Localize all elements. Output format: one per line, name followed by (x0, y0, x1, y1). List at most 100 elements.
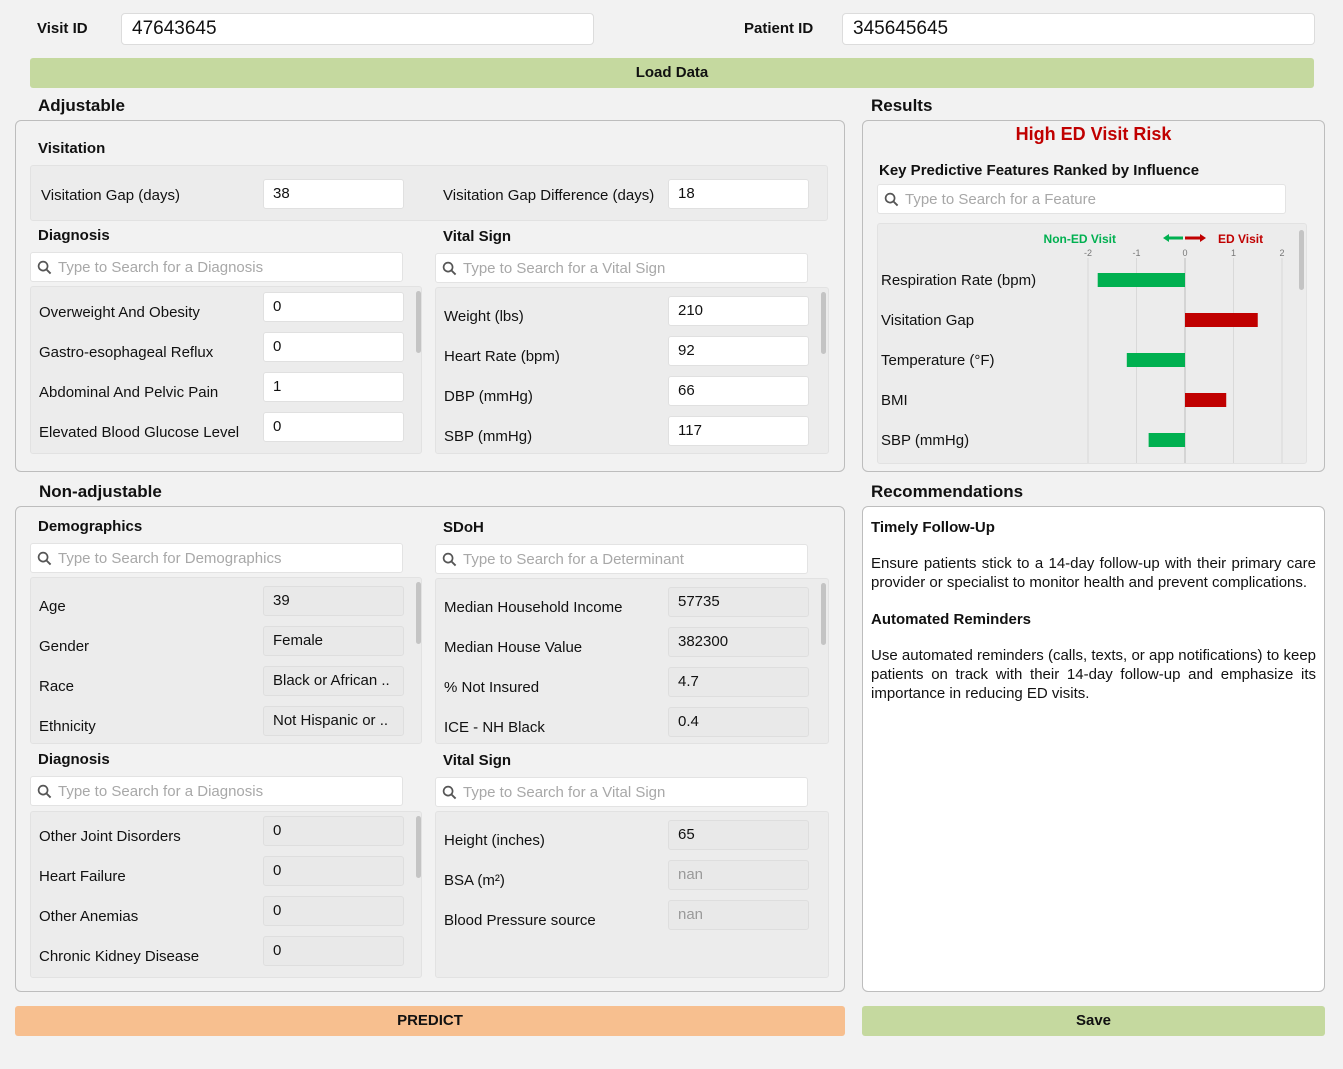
search-placeholder: Type to Search for a Diagnosis (58, 782, 264, 800)
visitation-title: Visitation (38, 140, 106, 157)
feature-influence-chart: Non-ED Visit ED Visit -2 -1 0 1 2 Respiratio… (881, 232, 1285, 463)
item-label: Race (39, 678, 75, 695)
features-title: Key Predictive Features Ranked by Influe… (879, 162, 1200, 179)
results-title: Results (871, 96, 933, 115)
item-label: Age (39, 598, 66, 615)
save-button[interactable]: Save (862, 1006, 1325, 1036)
adj-diagnosis-search[interactable]: Type to Search for a Diagnosis (30, 252, 403, 282)
item-value-readonly: 0 (263, 856, 404, 886)
demographics-search[interactable]: Type to Search for Demographics (30, 543, 403, 573)
search-placeholder: Type to Search for a Determinant (463, 550, 684, 568)
scrollbar[interactable] (416, 816, 421, 878)
visitation-gap-diff-label: Visitation Gap Difference (days) (443, 187, 655, 204)
nonadj-diagnosis-search[interactable]: Type to Search for a Diagnosis (30, 776, 403, 806)
list-item: Gastro-esophageal Reflux 0 (31, 332, 421, 372)
item-value-input[interactable]: 0 (263, 412, 404, 442)
item-value-readonly: Female (263, 626, 404, 656)
scrollbar[interactable] (1299, 230, 1304, 290)
list-item: Heart Rate (bpm) 92 (436, 336, 828, 376)
list-item: Blood Pressure source nan (436, 900, 828, 940)
list-item: ICE - NH Black 0.4 (436, 707, 828, 743)
list-item: Race Black or African .. (31, 666, 421, 706)
scrollbar[interactable] (416, 291, 421, 353)
item-value-input[interactable]: 66 (668, 376, 809, 406)
list-item: Median House Value 382300 (436, 627, 828, 667)
list-item: Elevated Blood Glucose Level 0 (31, 412, 421, 452)
list-item: Weight (lbs) 210 (436, 296, 828, 336)
search-placeholder: Type to Search for Demographics (58, 549, 282, 567)
search-placeholder: Type to Search for a Diagnosis (58, 258, 264, 276)
search-icon (37, 784, 52, 798)
list-item: BSA (m²) nan (436, 860, 828, 900)
scrollbar[interactable] (416, 582, 421, 644)
demographics-title: Demographics (38, 518, 143, 535)
adj-vital-list: Weight (lbs) 210 Heart Rate (bpm) 92 DBP (… (435, 287, 829, 454)
search-placeholder: Type to Search for a Vital Sign (463, 783, 666, 801)
legend-arrows (1163, 234, 1206, 242)
item-label: Median House Value (444, 639, 583, 656)
demographics-list: Age 39 Gender Female Race Black or African … (30, 577, 422, 744)
sdoh-title: SDoH (443, 519, 484, 536)
item-value-input[interactable]: 210 (668, 296, 809, 326)
load-data-button[interactable]: Load Data (30, 58, 1314, 88)
adj-vital-search[interactable]: Type to Search for a Vital Sign (435, 253, 808, 283)
list-item: % Not Insured 4.7 (436, 667, 828, 707)
bar (1148, 433, 1185, 447)
item-label: Ethnicity (39, 718, 96, 735)
list-item: Abdominal And Pelvic Pain 1 (31, 372, 421, 412)
item-value-readonly: 39 (263, 586, 404, 616)
list-item: Other Anemias 0 (31, 896, 421, 936)
x-tick-label: 0 (1182, 248, 1187, 258)
search-placeholder: Type to Search for a Feature (905, 190, 1096, 208)
nonadj-vital-title: Vital Sign (443, 752, 512, 769)
item-label: Weight (lbs) (444, 308, 524, 325)
item-value-readonly: 0 (263, 816, 404, 846)
list-item: Median Household Income 57735 (436, 587, 828, 627)
bar (1185, 313, 1258, 327)
recommendations-title: Recommendations (871, 482, 1024, 501)
search-icon (37, 551, 52, 565)
item-value-input[interactable]: 0 (263, 332, 404, 362)
item-value-readonly: 382300 (668, 627, 809, 657)
adj-vital-title: Vital Sign (443, 228, 512, 245)
item-label: Abdominal And Pelvic Pain (39, 384, 219, 401)
visit-id-input[interactable]: 47643645 (121, 13, 594, 45)
item-value-input[interactable]: 0 (263, 292, 404, 322)
item-label: Blood Pressure source (444, 912, 596, 929)
predict-button[interactable]: PREDICT (15, 1006, 845, 1036)
nonadj-vital-list: Height (inches) 65 BSA (m²) nan Blood Pres… (435, 811, 829, 978)
x-tick-label: -2 (1084, 248, 1092, 258)
item-label: Gender (39, 638, 90, 655)
x-tick-label: -1 (1132, 248, 1140, 258)
x-tick-label: 1 (1231, 248, 1236, 258)
list-item: Age 39 (31, 586, 421, 626)
search-icon (442, 552, 457, 566)
adjustable-title: Adjustable (38, 96, 125, 115)
feature-chart-box: Non-ED Visit ED Visit -2 -1 0 1 2 Respiratio… (877, 223, 1307, 464)
visitation-gap-diff-input[interactable]: 18 (668, 179, 809, 209)
nonadj-diagnosis-title: Diagnosis (38, 751, 110, 768)
rec-body: Ensure patients stick to a 14-day follow… (871, 555, 1316, 591)
item-value-input[interactable]: 1 (263, 372, 404, 402)
item-value-input[interactable]: 117 (668, 416, 809, 446)
item-value-readonly: nan (668, 900, 809, 930)
list-item: Heart Failure 0 (31, 856, 421, 896)
feature-search[interactable]: Type to Search for a Feature (877, 184, 1286, 214)
patient-id-input[interactable]: 345645645 (842, 13, 1315, 45)
adj-diagnosis-list: Overweight And Obesity 0 Gastro-esophagea… (30, 286, 422, 454)
search-icon (884, 192, 899, 206)
list-item: Overweight And Obesity 0 (31, 292, 421, 332)
item-value-readonly: Not Hispanic or .. (263, 706, 404, 736)
scrollbar[interactable] (821, 292, 826, 354)
visitation-gap-label: Visitation Gap (days) (41, 187, 180, 204)
visitation-gap-input[interactable]: 38 (263, 179, 404, 209)
item-label: Other Anemias (39, 908, 139, 925)
item-label: Chronic Kidney Disease (39, 948, 200, 965)
list-item: SBP (mmHg) 117 (436, 416, 828, 453)
nonadj-vital-search[interactable]: Type to Search for a Vital Sign (435, 777, 808, 807)
sdoh-search[interactable]: Type to Search for a Determinant (435, 544, 808, 574)
legend-neg-label: Non-ED Visit (1044, 232, 1116, 246)
scrollbar[interactable] (821, 583, 826, 645)
item-value-input[interactable]: 92 (668, 336, 809, 366)
search-icon (442, 261, 457, 275)
